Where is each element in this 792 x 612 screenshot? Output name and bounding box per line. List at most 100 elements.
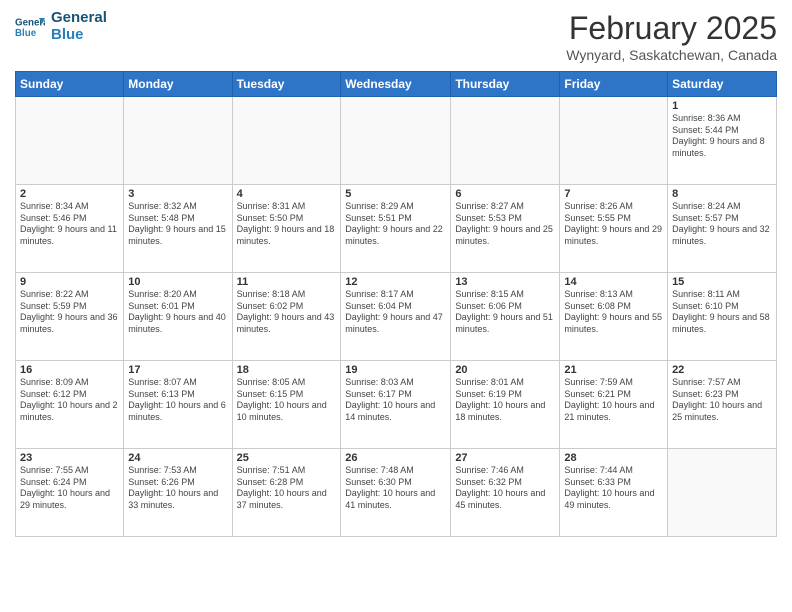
calendar-cell: 5Sunrise: 8:29 AM Sunset: 5:51 PM Daylig… — [341, 185, 451, 273]
calendar-cell: 26Sunrise: 7:48 AM Sunset: 6:30 PM Dayli… — [341, 449, 451, 537]
calendar-cell: 21Sunrise: 7:59 AM Sunset: 6:21 PM Dayli… — [560, 361, 668, 449]
day-number: 16 — [20, 364, 119, 376]
calendar-cell: 16Sunrise: 8:09 AM Sunset: 6:12 PM Dayli… — [16, 361, 124, 449]
day-number: 5 — [345, 188, 446, 200]
day-info: Sunrise: 8:34 AM Sunset: 5:46 PM Dayligh… — [20, 201, 119, 248]
location: Wynyard, Saskatchewan, Canada — [566, 47, 777, 63]
day-header-friday: Friday — [560, 72, 668, 97]
day-number: 6 — [455, 188, 555, 200]
calendar-cell: 8Sunrise: 8:24 AM Sunset: 5:57 PM Daylig… — [668, 185, 777, 273]
calendar-cell: 1Sunrise: 8:36 AM Sunset: 5:44 PM Daylig… — [668, 97, 777, 185]
calendar-cell: 3Sunrise: 8:32 AM Sunset: 5:48 PM Daylig… — [124, 185, 232, 273]
day-info: Sunrise: 8:01 AM Sunset: 6:19 PM Dayligh… — [455, 377, 555, 424]
day-header-saturday: Saturday — [668, 72, 777, 97]
day-number: 7 — [564, 188, 663, 200]
day-number: 26 — [345, 452, 446, 464]
calendar-cell: 7Sunrise: 8:26 AM Sunset: 5:55 PM Daylig… — [560, 185, 668, 273]
day-info: Sunrise: 8:26 AM Sunset: 5:55 PM Dayligh… — [564, 201, 663, 248]
calendar-cell: 24Sunrise: 7:53 AM Sunset: 6:26 PM Dayli… — [124, 449, 232, 537]
logo-line2: Blue — [51, 27, 107, 44]
day-number: 27 — [455, 452, 555, 464]
calendar-cell: 18Sunrise: 8:05 AM Sunset: 6:15 PM Dayli… — [232, 361, 341, 449]
day-info: Sunrise: 8:13 AM Sunset: 6:08 PM Dayligh… — [564, 289, 663, 336]
day-header-wednesday: Wednesday — [341, 72, 451, 97]
day-info: Sunrise: 7:48 AM Sunset: 6:30 PM Dayligh… — [345, 465, 446, 512]
week-row-2: 2Sunrise: 8:34 AM Sunset: 5:46 PM Daylig… — [16, 185, 777, 273]
day-info: Sunrise: 8:29 AM Sunset: 5:51 PM Dayligh… — [345, 201, 446, 248]
calendar-cell: 15Sunrise: 8:11 AM Sunset: 6:10 PM Dayli… — [668, 273, 777, 361]
calendar-cell — [560, 97, 668, 185]
calendar-cell: 20Sunrise: 8:01 AM Sunset: 6:19 PM Dayli… — [451, 361, 560, 449]
day-info: Sunrise: 8:11 AM Sunset: 6:10 PM Dayligh… — [672, 289, 772, 336]
day-number: 8 — [672, 188, 772, 200]
day-info: Sunrise: 8:03 AM Sunset: 6:17 PM Dayligh… — [345, 377, 446, 424]
day-number: 4 — [237, 188, 337, 200]
day-info: Sunrise: 8:15 AM Sunset: 6:06 PM Dayligh… — [455, 289, 555, 336]
day-info: Sunrise: 7:55 AM Sunset: 6:24 PM Dayligh… — [20, 465, 119, 512]
day-number: 2 — [20, 188, 119, 200]
calendar-cell: 27Sunrise: 7:46 AM Sunset: 6:32 PM Dayli… — [451, 449, 560, 537]
day-number: 25 — [237, 452, 337, 464]
day-info: Sunrise: 8:36 AM Sunset: 5:44 PM Dayligh… — [672, 113, 772, 160]
calendar-cell — [16, 97, 124, 185]
day-info: Sunrise: 8:31 AM Sunset: 5:50 PM Dayligh… — [237, 201, 337, 248]
day-info: Sunrise: 7:57 AM Sunset: 6:23 PM Dayligh… — [672, 377, 772, 424]
logo-icon: General Blue — [15, 15, 45, 39]
header: General Blue General Blue February 2025 … — [15, 10, 777, 63]
day-number: 3 — [128, 188, 227, 200]
day-number: 1 — [672, 100, 772, 112]
calendar-cell: 14Sunrise: 8:13 AM Sunset: 6:08 PM Dayli… — [560, 273, 668, 361]
day-info: Sunrise: 8:05 AM Sunset: 6:15 PM Dayligh… — [237, 377, 337, 424]
day-number: 21 — [564, 364, 663, 376]
day-info: Sunrise: 7:51 AM Sunset: 6:28 PM Dayligh… — [237, 465, 337, 512]
title-section: February 2025 Wynyard, Saskatchewan, Can… — [566, 10, 777, 63]
day-number: 22 — [672, 364, 772, 376]
calendar-table: SundayMondayTuesdayWednesdayThursdayFrid… — [15, 71, 777, 537]
calendar-cell: 23Sunrise: 7:55 AM Sunset: 6:24 PM Dayli… — [16, 449, 124, 537]
day-info: Sunrise: 8:18 AM Sunset: 6:02 PM Dayligh… — [237, 289, 337, 336]
day-header-thursday: Thursday — [451, 72, 560, 97]
day-info: Sunrise: 8:20 AM Sunset: 6:01 PM Dayligh… — [128, 289, 227, 336]
week-row-3: 9Sunrise: 8:22 AM Sunset: 5:59 PM Daylig… — [16, 273, 777, 361]
logo: General Blue General Blue — [15, 10, 107, 43]
calendar-body: 1Sunrise: 8:36 AM Sunset: 5:44 PM Daylig… — [16, 97, 777, 537]
page: General Blue General Blue February 2025 … — [0, 0, 792, 612]
week-row-4: 16Sunrise: 8:09 AM Sunset: 6:12 PM Dayli… — [16, 361, 777, 449]
calendar-cell — [341, 97, 451, 185]
week-row-5: 23Sunrise: 7:55 AM Sunset: 6:24 PM Dayli… — [16, 449, 777, 537]
day-info: Sunrise: 8:07 AM Sunset: 6:13 PM Dayligh… — [128, 377, 227, 424]
day-info: Sunrise: 8:09 AM Sunset: 6:12 PM Dayligh… — [20, 377, 119, 424]
day-header-tuesday: Tuesday — [232, 72, 341, 97]
logo-line1: General — [51, 10, 107, 27]
day-info: Sunrise: 8:22 AM Sunset: 5:59 PM Dayligh… — [20, 289, 119, 336]
day-info: Sunrise: 8:24 AM Sunset: 5:57 PM Dayligh… — [672, 201, 772, 248]
calendar-cell: 4Sunrise: 8:31 AM Sunset: 5:50 PM Daylig… — [232, 185, 341, 273]
day-number: 17 — [128, 364, 227, 376]
calendar-cell: 13Sunrise: 8:15 AM Sunset: 6:06 PM Dayli… — [451, 273, 560, 361]
day-header-monday: Monday — [124, 72, 232, 97]
calendar-cell: 6Sunrise: 8:27 AM Sunset: 5:53 PM Daylig… — [451, 185, 560, 273]
calendar-cell: 9Sunrise: 8:22 AM Sunset: 5:59 PM Daylig… — [16, 273, 124, 361]
calendar-cell — [668, 449, 777, 537]
calendar-cell: 10Sunrise: 8:20 AM Sunset: 6:01 PM Dayli… — [124, 273, 232, 361]
day-info: Sunrise: 7:46 AM Sunset: 6:32 PM Dayligh… — [455, 465, 555, 512]
calendar-cell — [124, 97, 232, 185]
day-number: 13 — [455, 276, 555, 288]
day-number: 9 — [20, 276, 119, 288]
calendar-cell — [232, 97, 341, 185]
calendar-cell: 11Sunrise: 8:18 AM Sunset: 6:02 PM Dayli… — [232, 273, 341, 361]
calendar-cell: 28Sunrise: 7:44 AM Sunset: 6:33 PM Dayli… — [560, 449, 668, 537]
day-number: 14 — [564, 276, 663, 288]
calendar-header: SundayMondayTuesdayWednesdayThursdayFrid… — [16, 72, 777, 97]
day-info: Sunrise: 8:32 AM Sunset: 5:48 PM Dayligh… — [128, 201, 227, 248]
day-info: Sunrise: 8:27 AM Sunset: 5:53 PM Dayligh… — [455, 201, 555, 248]
day-number: 28 — [564, 452, 663, 464]
calendar-cell: 2Sunrise: 8:34 AM Sunset: 5:46 PM Daylig… — [16, 185, 124, 273]
day-info: Sunrise: 7:59 AM Sunset: 6:21 PM Dayligh… — [564, 377, 663, 424]
day-number: 11 — [237, 276, 337, 288]
svg-text:Blue: Blue — [15, 28, 37, 39]
day-info: Sunrise: 7:44 AM Sunset: 6:33 PM Dayligh… — [564, 465, 663, 512]
day-header-sunday: Sunday — [16, 72, 124, 97]
calendar-cell: 12Sunrise: 8:17 AM Sunset: 6:04 PM Dayli… — [341, 273, 451, 361]
calendar-cell: 25Sunrise: 7:51 AM Sunset: 6:28 PM Dayli… — [232, 449, 341, 537]
